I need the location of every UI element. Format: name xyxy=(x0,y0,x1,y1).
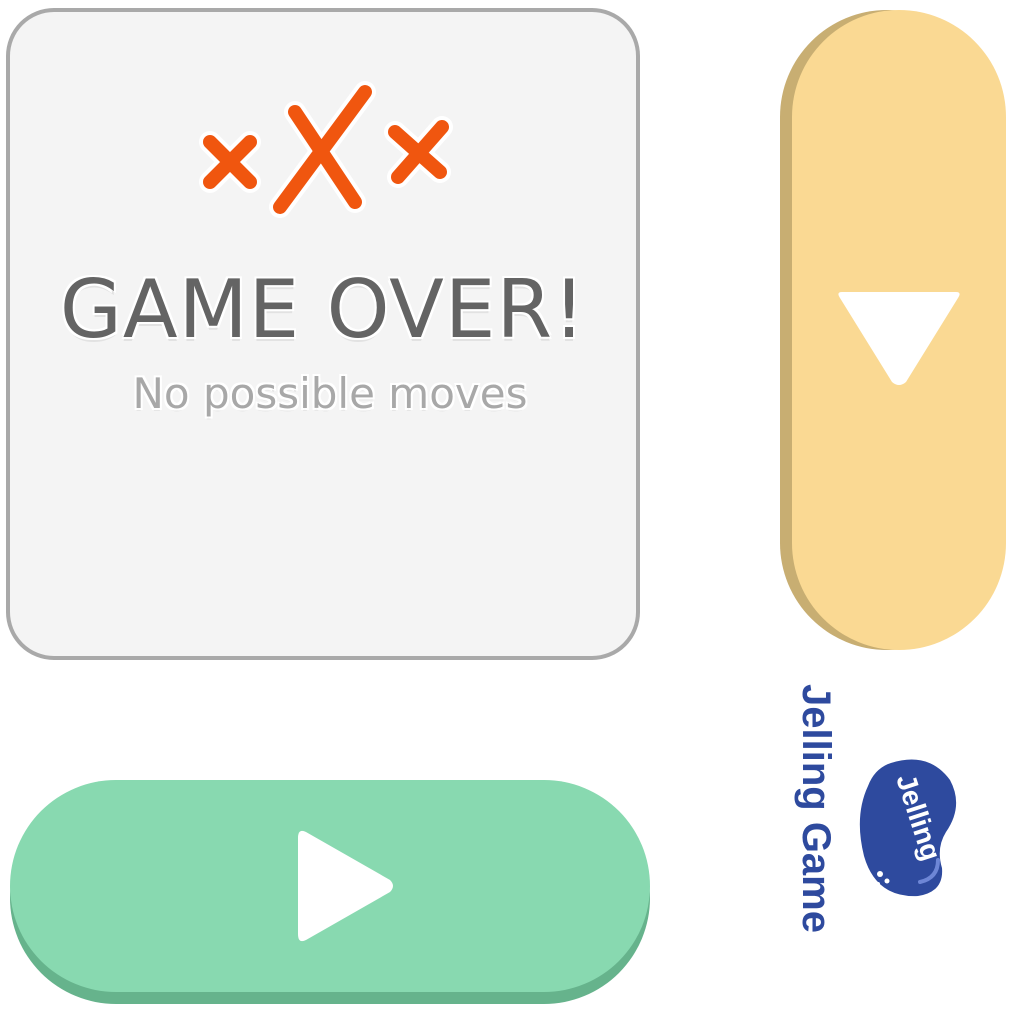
down-triangle-icon xyxy=(838,292,960,385)
game-over-panel: GAME OVER! No possible moves xyxy=(6,8,640,660)
game-over-subtitle: No possible moves xyxy=(132,369,528,418)
brand-name: Jelling Game xyxy=(794,684,838,933)
jelling-logo: Jelling xyxy=(859,759,957,897)
play-button[interactable] xyxy=(10,780,650,1006)
play-triangle-icon xyxy=(298,830,393,942)
x-marks-icon xyxy=(199,81,453,218)
down-button[interactable] xyxy=(780,10,1006,650)
game-over-title: GAME OVER! xyxy=(59,263,587,356)
